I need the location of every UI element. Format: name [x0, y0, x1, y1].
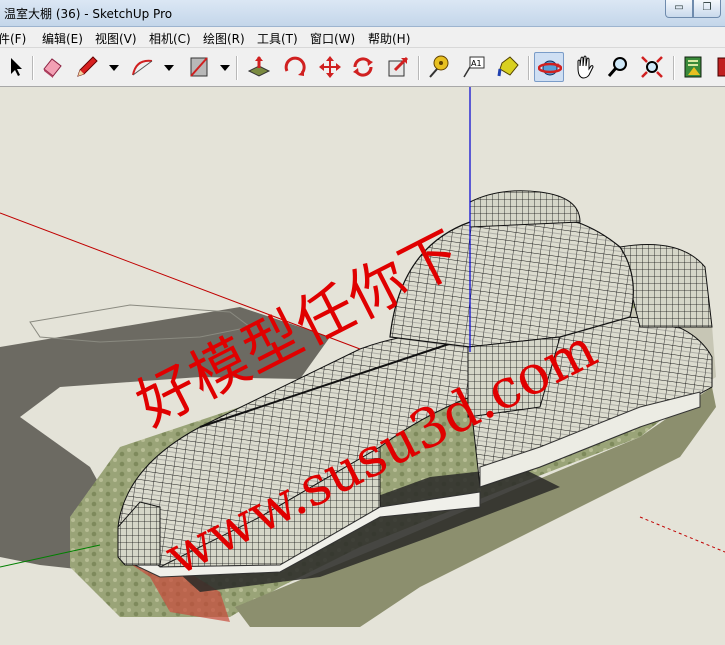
minimize-button[interactable]: ▭ — [665, 0, 693, 18]
zoom-tool[interactable] — [603, 52, 633, 82]
warehouse-book-icon — [684, 56, 702, 78]
toolbar-separator — [32, 56, 34, 80]
rectangle-tool[interactable] — [184, 52, 214, 82]
arc-icon — [132, 59, 153, 76]
eraser-tool[interactable] — [37, 52, 67, 82]
select-arrow-icon — [11, 58, 22, 76]
orbit-icon — [538, 60, 562, 76]
text-icon: A1 — [463, 56, 485, 78]
push-pull-icon — [247, 56, 271, 77]
pan-tool[interactable] — [569, 52, 599, 82]
text-tool[interactable]: A1 — [458, 52, 488, 82]
toolbar-separator — [418, 56, 420, 80]
offset-tool[interactable] — [383, 52, 413, 82]
toolbar-separator — [673, 56, 675, 80]
tape-measure-icon — [429, 55, 449, 78]
menu-camera[interactable]: 相机(C) — [149, 30, 191, 47]
menu-view[interactable]: 视图(V) — [95, 30, 137, 47]
menu-tools[interactable]: 工具(T) — [257, 30, 298, 47]
model-canvas[interactable] — [0, 87, 725, 645]
offset-icon — [388, 56, 409, 77]
push-pull-tool[interactable] — [244, 52, 274, 82]
menu-window[interactable]: 窗口(W) — [310, 30, 355, 47]
window-title: 温室大棚 (36) - SketchUp Pro — [4, 7, 173, 21]
toolbar-separator — [528, 56, 530, 80]
pencil-tool[interactable] — [72, 52, 102, 82]
extension-icon — [717, 57, 725, 77]
arc-tool[interactable] — [127, 52, 157, 82]
move-icon — [319, 56, 341, 78]
text-tool-label: A1 — [471, 59, 482, 68]
eraser-icon — [43, 58, 62, 78]
model-viewport[interactable]: 好模型任你下 www.susu3d.com — [0, 87, 725, 645]
menu-file[interactable]: 文件(F) — [0, 30, 26, 47]
select-tool[interactable] — [0, 52, 30, 82]
zoom-extents-tool[interactable] — [637, 52, 667, 82]
menu-bar: 文件(F) 编辑(E) 视图(V) 相机(C) 绘图(R) 工具(T) 窗口(W… — [0, 27, 725, 48]
paint-bucket-icon — [497, 56, 519, 77]
paint-bucket-tool[interactable] — [493, 52, 523, 82]
follow-me-icon — [353, 57, 373, 77]
3d-warehouse-tool[interactable] — [679, 52, 709, 82]
rotate-tool[interactable] — [280, 52, 310, 82]
window-controls: ▭ ❐ — [665, 0, 721, 18]
zoom-extents-icon — [641, 56, 663, 78]
tape-measure-tool[interactable] — [424, 52, 454, 82]
menu-draw[interactable]: 绘图(R) — [203, 30, 245, 47]
menu-edit[interactable]: 编辑(E) — [42, 30, 83, 47]
move-tool[interactable] — [315, 52, 345, 82]
toolbar-separator — [236, 56, 238, 80]
arc-dropdown-arrow-icon[interactable] — [164, 65, 174, 71]
pan-hand-icon — [577, 55, 594, 79]
restore-button[interactable]: ❐ — [693, 0, 721, 18]
rectangle-icon — [190, 57, 208, 77]
rotate-icon — [284, 56, 306, 76]
title-bar: 温室大棚 (36) - SketchUp Pro ▭ ❐ — [0, 0, 725, 27]
extension-tool[interactable] — [712, 52, 725, 82]
main-toolbar: A1 — [0, 48, 725, 87]
pencil-icon — [77, 56, 98, 77]
menu-help[interactable]: 帮助(H) — [368, 30, 410, 47]
orbit-tool[interactable] — [534, 52, 564, 82]
pencil-dropdown-arrow-icon[interactable] — [109, 65, 119, 71]
rectangle-dropdown-arrow-icon[interactable] — [220, 65, 230, 71]
zoom-magnifier-icon — [607, 57, 627, 77]
follow-me-tool[interactable] — [348, 52, 378, 82]
